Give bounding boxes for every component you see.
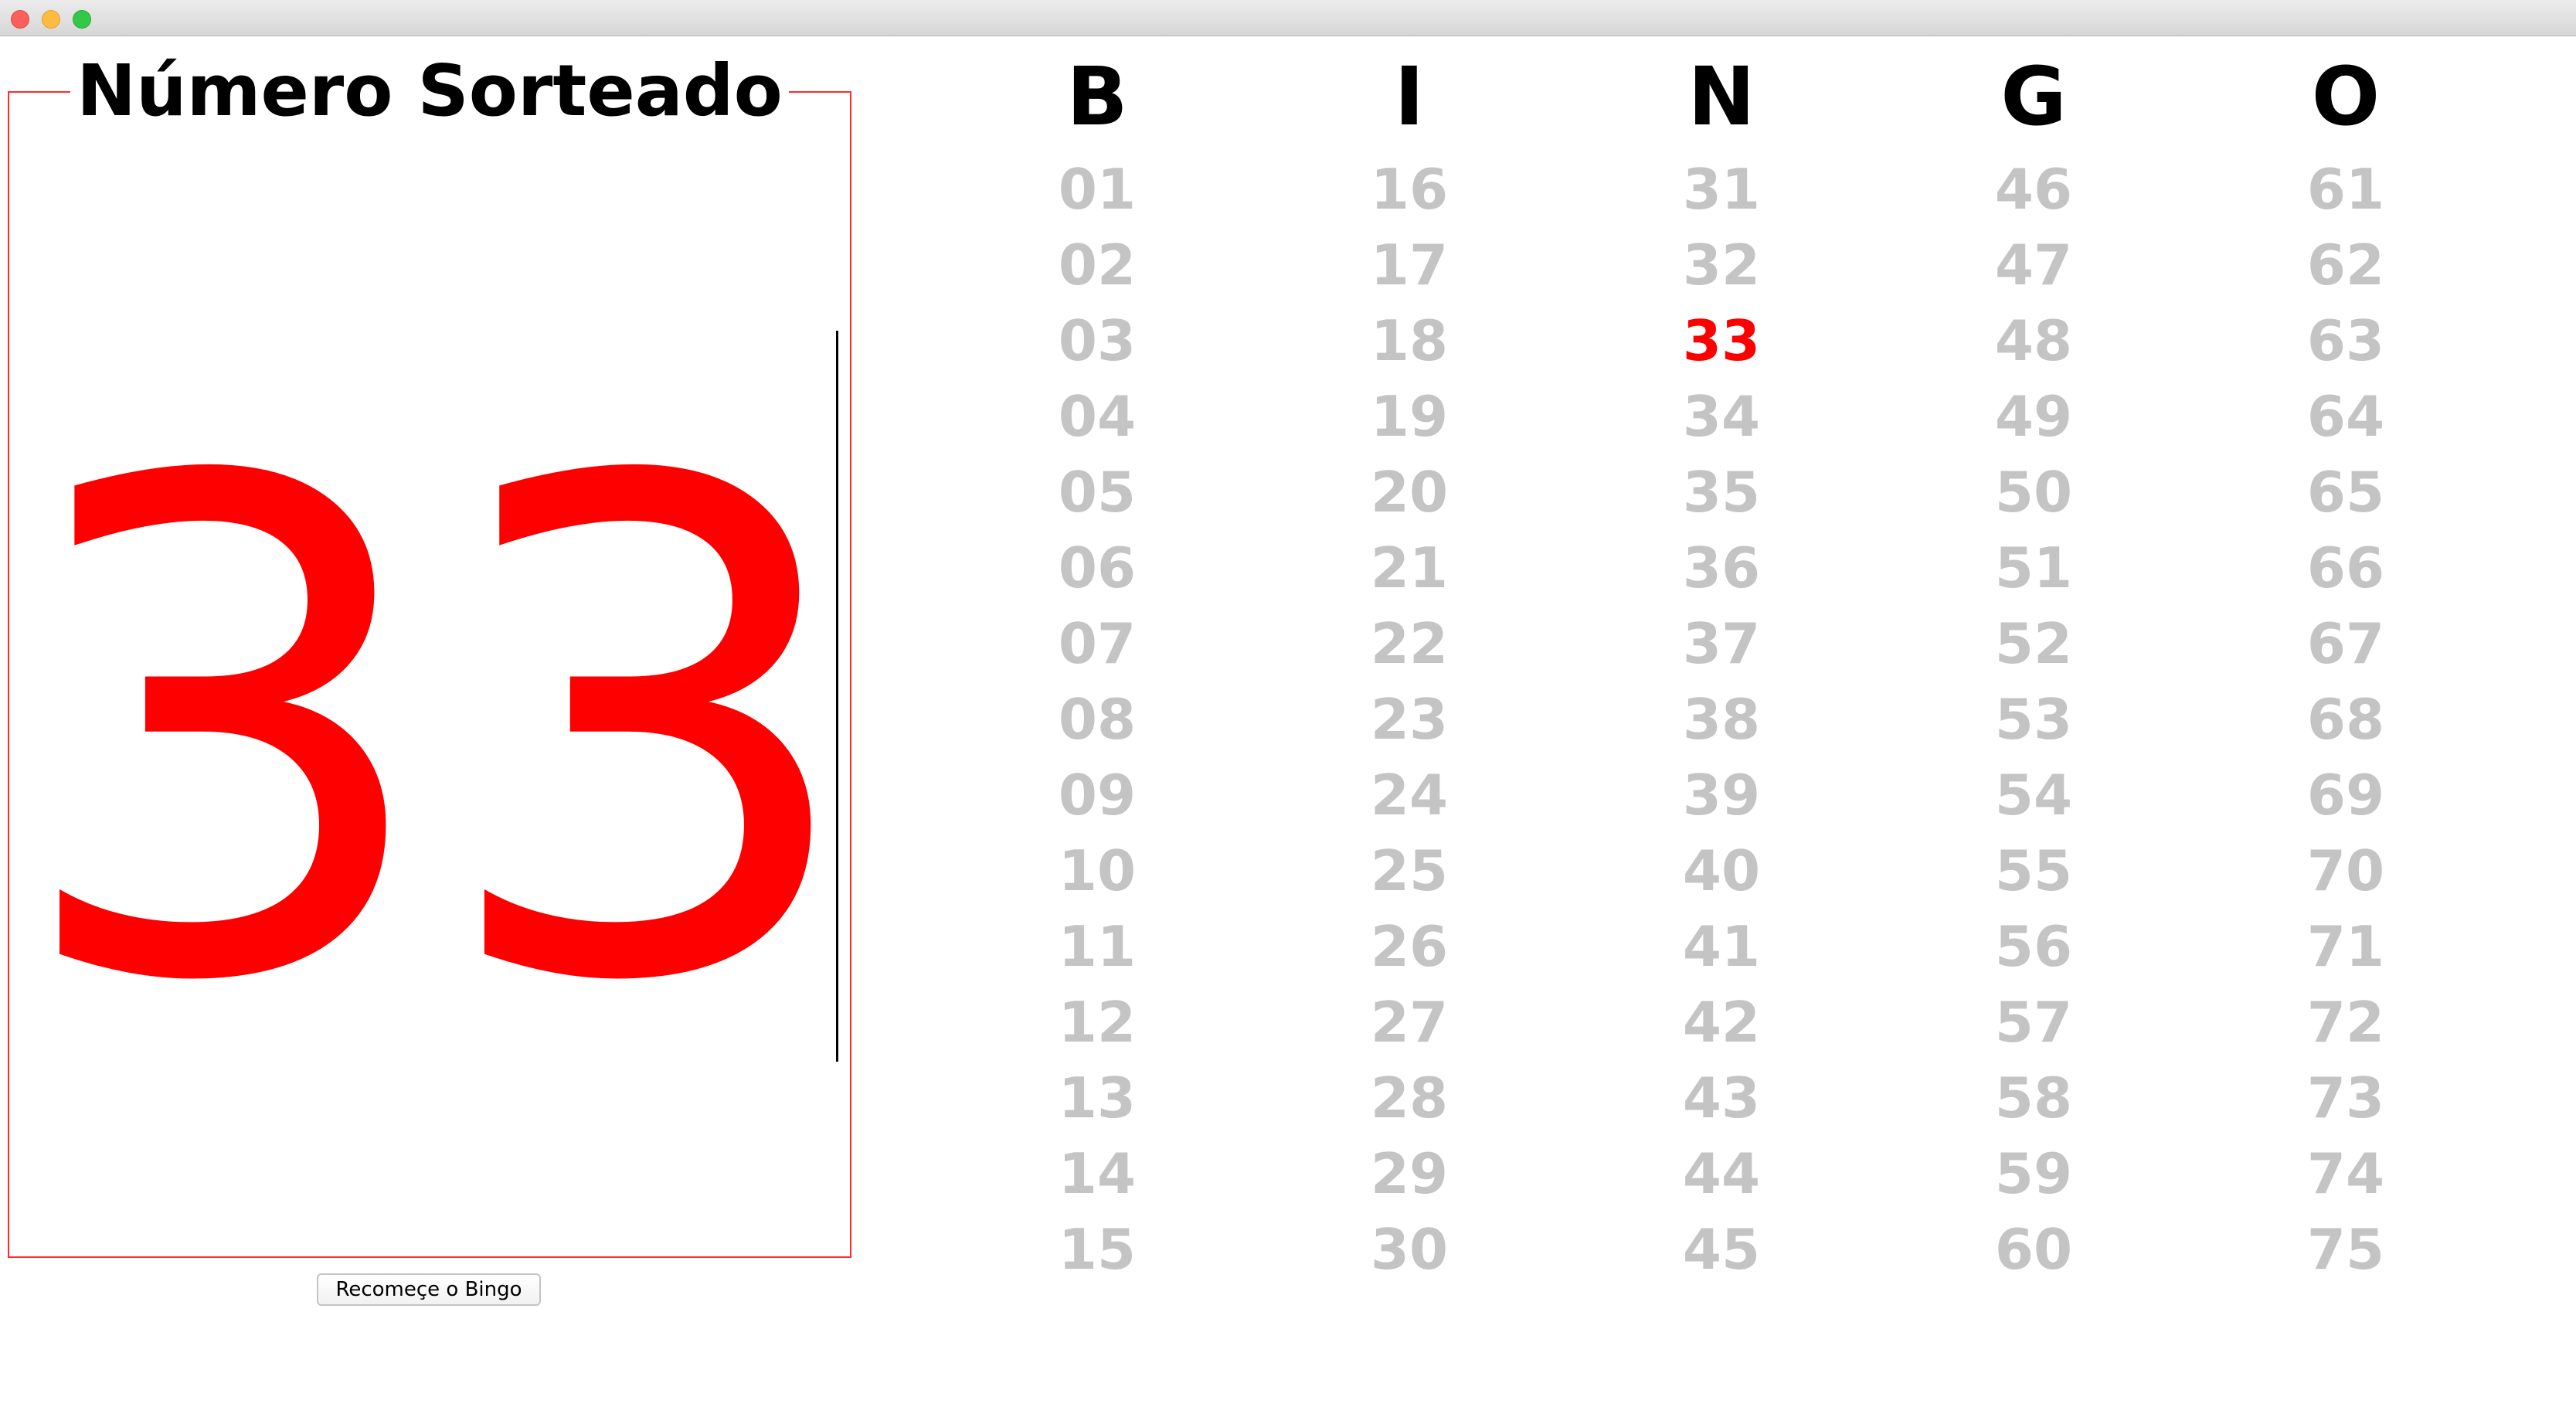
bingo-number: 58 (1994, 1066, 2073, 1130)
bingo-number: 17 (1370, 233, 1449, 297)
bingo-number: 21 (1370, 535, 1449, 600)
bingo-number: 39 (1682, 763, 1761, 828)
bingo-column-b: B 01 02 03 04 05 06 07 08 09 10 11 12 13 14 15 (981, 46, 1213, 1287)
bingo-number: 53 (1994, 687, 2073, 752)
bingo-number: 03 (1058, 308, 1137, 373)
bingo-number: 68 (2306, 687, 2385, 752)
bingo-number-list: 01 02 03 04 05 06 07 08 09 10 11 12 13 14 15 (981, 151, 1213, 1287)
bingo-number-list: 31 32 33 34 35 36 37 38 39 40 41 42 43 44 45 (1606, 151, 1837, 1287)
bingo-number: 52 (1994, 611, 2073, 676)
bingo-header-b: B (1066, 49, 1128, 144)
drawn-number-title: Número Sorteado (0, 45, 859, 138)
bingo-column-g: G 46 47 48 49 50 51 52 53 54 55 56 57 58 59 60 (1918, 46, 2149, 1287)
bingo-number: 06 (1058, 535, 1137, 600)
bingo-header-g: G (2000, 49, 2067, 144)
bingo-number: 28 (1370, 1066, 1449, 1130)
bingo-number: 43 (1682, 1066, 1761, 1130)
bingo-number: 54 (1994, 763, 2073, 828)
bingo-number: 26 (1370, 914, 1449, 979)
bingo-number: 46 (1994, 157, 2073, 222)
bingo-column-o: O 61 62 63 64 65 66 67 68 69 70 71 72 73 74 75 (2230, 46, 2462, 1287)
bingo-number: 48 (1994, 308, 2073, 373)
bingo-number: 69 (2306, 763, 2385, 828)
maximize-window-button[interactable] (73, 10, 91, 29)
bingo-number: 37 (1682, 611, 1761, 676)
bingo-number: 34 (1682, 384, 1761, 449)
bingo-number-list: 16 17 18 19 20 21 22 23 24 25 26 27 28 29 30 (1293, 151, 1525, 1287)
bingo-header-n: N (1687, 49, 1755, 144)
bingo-number: 55 (1994, 838, 2073, 903)
bingo-number: 31 (1682, 157, 1761, 222)
bingo-number: 57 (1994, 990, 2073, 1055)
close-window-button[interactable] (11, 10, 29, 29)
bingo-number: 65 (2306, 460, 2385, 525)
bingo-number: 32 (1682, 233, 1761, 297)
bingo-column-n: N 31 32 33 34 35 36 37 38 39 40 41 42 43 44 45 (1606, 46, 1837, 1287)
drawn-number-title-text: Número Sorteado (70, 49, 789, 132)
bingo-number: 60 (1994, 1217, 2073, 1282)
bingo-number-list: 61 62 63 64 65 66 67 68 69 70 71 72 73 74 75 (2230, 151, 2462, 1287)
bingo-number: 19 (1370, 384, 1449, 449)
bingo-number: 71 (2306, 914, 2385, 979)
minimize-window-button[interactable] (42, 10, 60, 29)
bingo-number-list: 46 47 48 49 50 51 52 53 54 55 56 57 58 59 60 (1918, 151, 2149, 1287)
bingo-number: 72 (2306, 990, 2385, 1055)
bingo-number: 16 (1370, 157, 1449, 222)
bingo-number: 10 (1058, 838, 1137, 903)
bingo-number: 35 (1682, 460, 1761, 525)
bingo-number: 05 (1058, 460, 1137, 525)
bingo-number-drawn: 33 (1682, 308, 1761, 373)
bingo-number: 49 (1994, 384, 2073, 449)
text-cursor (836, 331, 838, 1062)
bingo-number: 36 (1682, 535, 1761, 600)
bingo-number: 11 (1058, 914, 1137, 979)
bingo-number: 01 (1058, 157, 1137, 222)
bingo-number: 38 (1682, 687, 1761, 752)
bingo-number: 64 (2306, 384, 2385, 449)
bingo-number: 18 (1370, 308, 1449, 373)
drawn-number-display[interactable]: 33 (8, 348, 865, 1120)
bingo-header-o: O (2311, 49, 2381, 144)
bingo-number: 12 (1058, 990, 1137, 1055)
bingo-number: 59 (1994, 1141, 2073, 1206)
bingo-number: 40 (1682, 838, 1761, 903)
bingo-number: 20 (1370, 460, 1449, 525)
bingo-number: 27 (1370, 990, 1449, 1055)
bingo-number: 14 (1058, 1141, 1137, 1206)
bingo-number: 63 (2306, 308, 2385, 373)
bingo-header-i: I (1394, 49, 1425, 144)
bingo-number: 61 (2306, 157, 2385, 222)
bingo-number: 50 (1994, 460, 2073, 525)
bingo-number: 13 (1058, 1066, 1137, 1130)
bingo-number: 15 (1058, 1217, 1137, 1282)
bingo-number: 02 (1058, 233, 1137, 297)
window-titlebar (0, 0, 2576, 36)
restart-bingo-button[interactable]: Recomeçe o Bingo (317, 1273, 541, 1306)
bingo-number: 73 (2306, 1066, 2385, 1130)
bingo-number: 67 (2306, 611, 2385, 676)
bingo-number: 08 (1058, 687, 1137, 752)
bingo-number: 25 (1370, 838, 1449, 903)
bingo-number: 07 (1058, 611, 1137, 676)
bingo-number: 22 (1370, 611, 1449, 676)
bingo-number: 04 (1058, 384, 1137, 449)
bingo-number: 51 (1994, 535, 2073, 600)
bingo-number: 56 (1994, 914, 2073, 979)
bingo-number: 45 (1682, 1217, 1761, 1282)
bingo-number: 23 (1370, 687, 1449, 752)
bingo-number: 09 (1058, 763, 1137, 828)
bingo-number: 30 (1370, 1217, 1449, 1282)
bingo-number: 47 (1994, 233, 2073, 297)
bingo-number: 66 (2306, 535, 2385, 600)
bingo-number: 74 (2306, 1141, 2385, 1206)
bingo-number: 70 (2306, 838, 2385, 903)
bingo-number: 44 (1682, 1141, 1761, 1206)
bingo-number: 24 (1370, 763, 1449, 828)
bingo-number: 41 (1682, 914, 1761, 979)
bingo-number: 42 (1682, 990, 1761, 1055)
bingo-number: 29 (1370, 1141, 1449, 1206)
bingo-number: 62 (2306, 233, 2385, 297)
bingo-column-i: I 16 17 18 19 20 21 22 23 24 25 26 27 28 29 30 (1293, 46, 1525, 1287)
bingo-number: 75 (2306, 1217, 2385, 1282)
